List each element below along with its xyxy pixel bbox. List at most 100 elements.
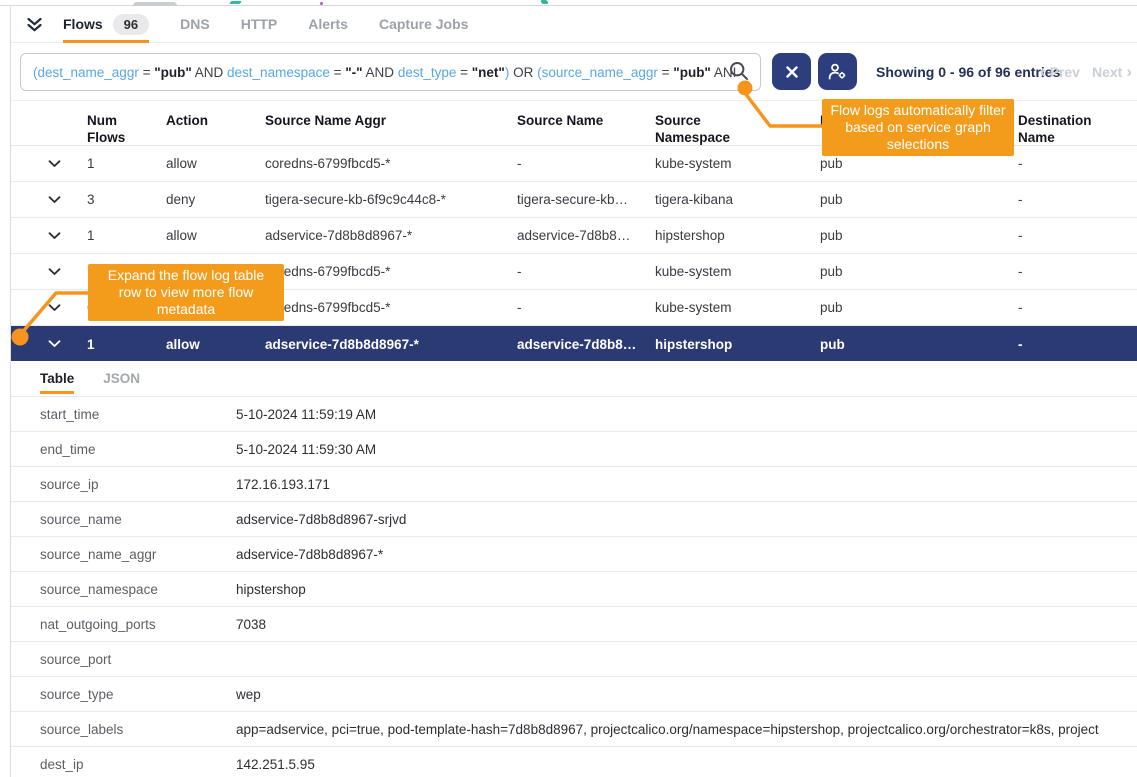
detail-value: adservice-7d8b8d8967-srjvd [236,512,1137,527]
flow-cell: adservice-7d8b8d8967-* [265,337,517,352]
detail-row: source_namespacehipstershop [11,571,1137,606]
flow-cell: adservice-7d8b8… [517,337,655,352]
cropped-artifact [229,1,242,4]
flow-cell: tigera-kibana [655,192,820,207]
close-icon [785,65,799,79]
flow-cell: adservice-7d8b8… [517,228,655,243]
flow-cell: deny [166,192,265,207]
detail-key: source_ip [11,477,236,492]
flow-cell: coredns-6799fbcd5-* [265,264,517,279]
chevron-down-icon[interactable] [11,304,87,312]
collapse-panel-double-chevron-icon[interactable] [26,17,43,32]
filter-query-input[interactable]: (dest_name_aggr = "pub" AND dest_namespa… [20,53,761,91]
flows-count-badge: 96 [113,14,149,35]
flow-cell: 1 [87,337,166,352]
tooltip-filter-note: Flow logs automatically filter based on … [822,99,1014,156]
flow-cell: pub [820,264,1018,279]
flow-cell: allow [166,228,265,243]
flow-cell: - [1018,156,1137,171]
flow-cell: - [517,264,655,279]
flow-cell: kube-system [655,300,820,315]
column-header-destination-name[interactable]: Destination Name [1018,101,1137,146]
flow-cell: tigera-secure-kb… [517,192,655,207]
clear-filter-button[interactable] [772,53,811,90]
column-header-action[interactable]: Action [166,101,265,146]
flow-cell: pub [820,228,1018,243]
results-count: Showing 0 - 96 of 96 entries [876,53,1060,90]
query-token: "pub" [673,65,711,80]
tab-label: DNS [180,16,210,32]
flow-cell: kube-system [655,264,820,279]
flow-detail-section: Table JSON start_time5-10-2024 11:59:19 A… [11,361,1137,777]
detail-key: source_namespace [11,582,236,597]
tab-alerts[interactable]: Alerts [308,6,348,42]
detail-row: end_time5-10-2024 11:59:30 AM [11,431,1137,466]
query-token: "-" [345,65,362,80]
chevron-down-icon[interactable] [11,196,87,204]
query-token: = [139,65,154,80]
tab-label: Flows [63,16,103,32]
column-header-source-name-aggr[interactable]: Source Name Aggr [265,101,517,146]
detail-value: 5-10-2024 11:59:30 AM [236,442,1137,457]
detail-value: hipstershop [236,582,1137,597]
query-token: "net" [472,65,505,80]
detail-row: dest_ip142.251.5.95 [11,746,1137,777]
detail-tabs: Table JSON [11,361,1137,396]
flow-cell: - [1018,192,1137,207]
detail-value: 7038 [236,617,1137,632]
tab-bar-tabs: Flows 96 DNS HTTP Alerts Capture Jobs [63,6,499,42]
query-token: = [330,65,345,80]
detail-key: source_type [11,687,236,702]
chevron-down-icon[interactable] [11,340,87,348]
flow-cell: - [1018,228,1137,243]
flow-cell: pub [820,300,1018,315]
chevron-down-icon[interactable] [11,268,87,276]
column-header-source-name[interactable]: Source Name [517,101,655,146]
tab-flows[interactable]: Flows 96 [63,6,149,42]
query-token: AND [363,65,398,80]
detail-key: source_labels [11,722,236,737]
detail-key: nat_outgoing_ports [11,617,236,632]
flow-cell: allow [166,156,265,171]
detail-row: source_nameadservice-7d8b8d8967-srjvd [11,501,1137,536]
tab-dns[interactable]: DNS [180,6,210,42]
flow-row[interactable]: 1allowadservice-7d8b8d8967-*adservice-7d… [11,218,1137,254]
flow-cell: coredns-6799fbcd5-* [265,300,517,315]
detail-row: nat_outgoing_ports7038 [11,606,1137,641]
flow-cell: coredns-6799fbcd5-* [265,156,517,171]
flow-cell: - [517,300,655,315]
tab-bar: Flows 96 DNS HTTP Alerts Capture Jobs [11,6,1137,43]
detail-rows: start_time5-10-2024 11:59:19 AMend_time5… [11,396,1137,777]
detail-key: end_time [11,442,236,457]
tab-capture-jobs[interactable]: Capture Jobs [379,6,468,42]
tab-http[interactable]: HTTP [241,6,278,42]
chevron-right-icon: › [1126,65,1132,79]
column-header-source-namespace[interactable]: Source Namespace [655,101,820,146]
detail-tab-json[interactable]: JSON [103,361,140,396]
search-icon[interactable] [729,61,749,81]
tab-label: Capture Jobs [379,16,468,32]
user-settings-button[interactable] [818,53,857,90]
query-token: = [658,65,673,80]
flow-row-selected[interactable]: 1allowadservice-7d8b8d8967-*adservice-7d… [11,326,1137,362]
chevron-left-icon: ‹ [1040,65,1046,79]
detail-row: source_name_aggradservice-7d8b8d8967-* [11,536,1137,571]
query-token: = [456,65,471,80]
flow-cell: adservice-7d8b8d8967-* [265,228,517,243]
chevron-down-icon[interactable] [11,232,87,240]
query-token: "pub" [154,65,192,80]
flow-cell: tigera-secure-kb-6f9c9c44c8-* [265,192,517,207]
prev-button[interactable]: ‹ Prev [1040,64,1080,80]
column-header-num-flows[interactable]: Num Flows [87,101,166,146]
tab-label: Alerts [308,16,348,32]
next-button[interactable]: Next › [1092,64,1132,80]
flow-cell: 3 [87,192,166,207]
flow-row[interactable]: 3denytigera-secure-kb-6f9c9c44c8-*tigera… [11,182,1137,218]
tab-label: HTTP [241,16,278,32]
detail-tab-table[interactable]: Table [40,361,74,396]
flow-logs-panel: Flows 96 DNS HTTP Alerts Capture Jobs (dest_n… [0,0,1137,777]
detail-key: source_name [11,512,236,527]
chevron-down-icon[interactable] [11,160,87,168]
query-token: AND [192,65,227,80]
flow-cell: - [1018,264,1137,279]
